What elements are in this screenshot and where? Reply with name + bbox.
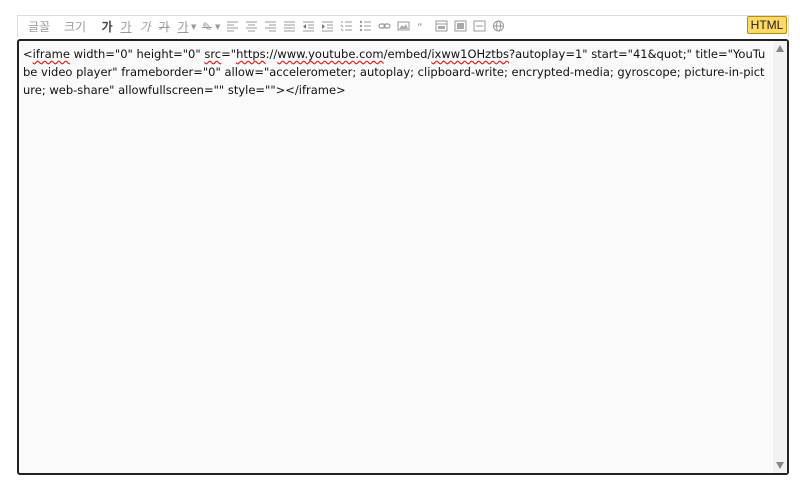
html-mode-button[interactable]: HTML — [747, 16, 787, 34]
ordered-list-icon[interactable] — [340, 20, 353, 32]
editor-toolbar: 글꼴 크기 가 가 가 가 가 ▼ ✎ ▼ “ — [17, 15, 789, 37]
link-icon[interactable] — [378, 20, 391, 32]
spellcheck-word: https — [236, 47, 266, 61]
box-icon[interactable] — [473, 20, 486, 32]
spellcheck-word: src — [204, 47, 222, 61]
strikethrough-button[interactable]: 가 — [157, 18, 171, 36]
scroll-up-arrow-icon[interactable] — [776, 45, 784, 52]
spellcheck-word: www.youtube.com — [277, 47, 384, 61]
outdent-icon[interactable] — [302, 20, 315, 32]
font-color-dropdown-icon[interactable]: ▼ — [191, 23, 196, 31]
underline-button[interactable]: 가 — [119, 18, 133, 36]
vertical-scrollbar[interactable] — [773, 41, 787, 473]
indent-icon[interactable] — [321, 20, 334, 32]
code-text: /embed/ — [383, 47, 432, 61]
media-icon[interactable] — [454, 20, 467, 32]
highlight-color-button[interactable]: ✎ — [200, 18, 214, 36]
image-icon[interactable] — [397, 20, 410, 32]
font-color-button[interactable]: 가 — [176, 18, 190, 36]
align-justify-icon[interactable] — [283, 20, 296, 32]
scroll-down-arrow-icon[interactable] — [776, 462, 784, 469]
html-source-editor[interactable]: <iframe width="0" height="0" src="https:… — [17, 39, 789, 475]
bold-button[interactable]: 가 — [100, 18, 114, 36]
table-icon[interactable] — [435, 20, 448, 32]
globe-icon[interactable] — [492, 20, 505, 32]
spellcheck-word: ixww1OHztbs — [431, 47, 510, 61]
html-source-text[interactable]: <iframe width="0" height="0" src="https:… — [23, 45, 771, 99]
code-text: < — [23, 47, 33, 61]
code-text: width="0" height="0" — [69, 47, 205, 61]
bullet-list-icon[interactable] — [359, 20, 372, 32]
align-left-icon[interactable] — [226, 20, 239, 32]
align-center-icon[interactable] — [245, 20, 258, 32]
highlight-dropdown-icon[interactable]: ▼ — [215, 23, 220, 31]
quote-icon[interactable]: “ — [416, 20, 429, 32]
align-right-icon[interactable] — [264, 20, 277, 32]
font-size-select[interactable]: 크기 — [62, 18, 88, 36]
font-family-select[interactable]: 글꼴 — [26, 18, 52, 36]
svg-text:“: “ — [417, 21, 423, 32]
italic-button[interactable]: 가 — [138, 18, 152, 36]
spellcheck-word: iframe — [32, 47, 70, 61]
code-text: :// — [265, 47, 278, 61]
code-text: =" — [221, 47, 237, 61]
